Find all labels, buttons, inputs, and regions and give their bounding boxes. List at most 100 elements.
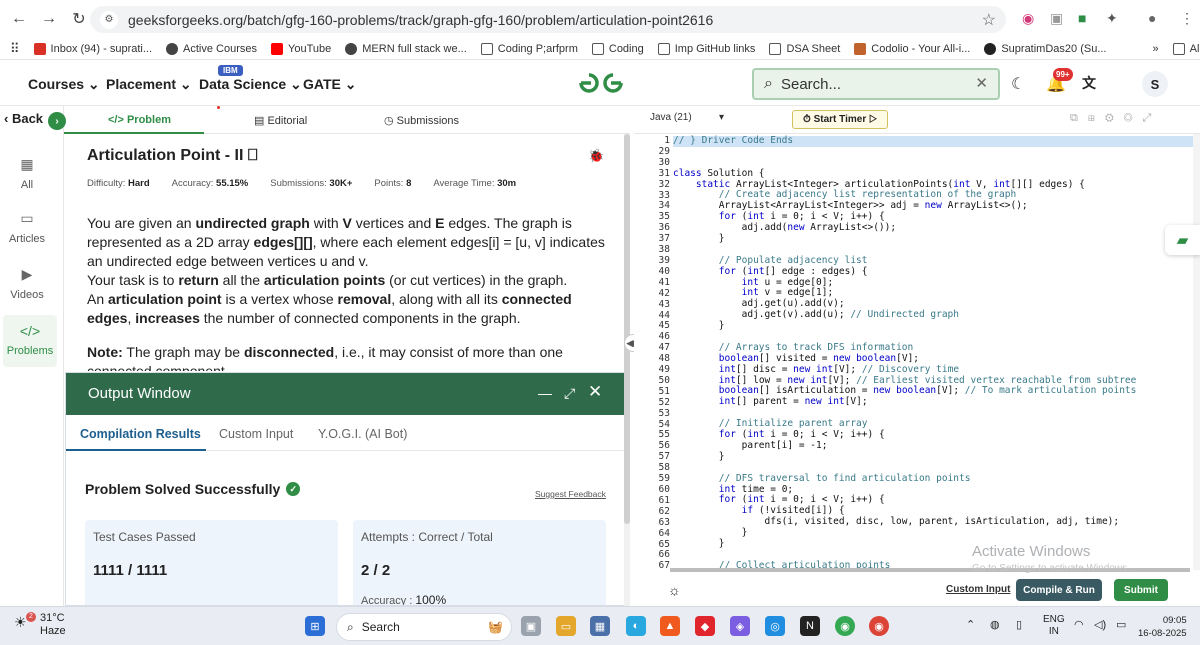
suggest-feedback-link[interactable]: Suggest Feedback: [535, 489, 606, 499]
chrome-icon[interactable]: ◉: [869, 616, 889, 636]
nav-data-science[interactable]: Data Science ⌄: [199, 76, 302, 93]
expand-icon[interactable]: ⤢: [564, 385, 575, 402]
rail-item-all[interactable]: ▦ All: [0, 156, 54, 191]
bookmark-item[interactable]: Inbox (94) - suprati...: [33, 42, 152, 55]
bookmark-item[interactable]: Codolio - Your All-i...: [854, 42, 970, 55]
compile-run-button[interactable]: Compile & Run: [1016, 579, 1102, 601]
volume-icon[interactable]: ◁): [1094, 618, 1106, 631]
file-explorer-icon[interactable]: ▭: [556, 616, 576, 636]
tab-compilation-results[interactable]: Compilation Results: [80, 427, 201, 441]
code-line[interactable]: [673, 147, 1200, 158]
rail-item-problems[interactable]: </> Problems: [3, 315, 57, 367]
start-timer-button[interactable]: ⏱ Start Timer ▷: [792, 110, 888, 129]
bookmark-item[interactable]: Active Courses: [166, 42, 257, 55]
rail-item-videos[interactable]: ▶ Videos: [0, 266, 54, 301]
rail-item-articles[interactable]: ▭ Articles: [0, 210, 54, 245]
gfg-extension-icon[interactable]: ■: [1078, 10, 1086, 26]
code-line[interactable]: }: [673, 233, 1200, 245]
dark-mode-icon[interactable]: ☾: [1011, 74, 1025, 94]
menu-kebab-icon[interactable]: ⋮: [1180, 10, 1194, 27]
bookmark-folder[interactable]: DSA Sheet: [769, 42, 840, 55]
windows-start-icon[interactable]: ⊞: [305, 616, 325, 636]
avatar[interactable]: S: [1142, 71, 1168, 97]
code-line[interactable]: }: [673, 538, 1200, 550]
tab-custom-input[interactable]: Custom Input: [219, 427, 293, 441]
search-input[interactable]: ⌕ Search... ✕: [752, 68, 1000, 100]
submit-button[interactable]: Submit: [1114, 579, 1168, 601]
reload-icon[interactable]: ↻: [68, 8, 90, 30]
code-line[interactable]: adj.add(new ArrayList<>());: [673, 222, 1200, 234]
address-bar[interactable]: ⚙ geeksforgeeks.org/batch/gfg-160-proble…: [90, 6, 1006, 33]
code-line[interactable]: adj.get(v).add(u); // Undirected graph: [673, 309, 1200, 321]
minimize-icon[interactable]: —: [538, 385, 552, 401]
store-icon[interactable]: ▦: [590, 616, 610, 636]
code-line[interactable]: int[] parent = new int[V];: [673, 396, 1200, 408]
bookmark-folder[interactable]: Imp GitHub links: [657, 42, 755, 55]
weather-widget[interactable]: ☀ 31°C Haze: [14, 612, 66, 638]
chat-icon[interactable]: ▰: [1165, 225, 1200, 255]
code-line[interactable]: }: [673, 527, 1200, 539]
bookmark-item[interactable]: MERN full stack we...: [345, 42, 467, 55]
chrome-icon[interactable]: ◉: [835, 616, 855, 636]
code-lines[interactable]: // } Driver Code Ends class Solution { s…: [673, 134, 1200, 570]
close-icon[interactable]: ✕: [588, 382, 602, 402]
nav-courses[interactable]: Courses ⌄: [28, 76, 100, 93]
language-indicator[interactable]: ENG IN: [1043, 614, 1065, 638]
check-icon: ✓: [286, 482, 301, 496]
extensions-puzzle-icon[interactable]: ✦: [1106, 10, 1118, 27]
lightbulb-icon[interactable]: ☼: [668, 582, 681, 598]
extension-record-icon[interactable]: ◉: [1022, 10, 1034, 27]
profile-icon[interactable]: ●: [1148, 10, 1156, 26]
app-icon[interactable]: ◆: [695, 616, 715, 636]
taskbar-search[interactable]: ⌕ Search 🧺: [336, 613, 512, 641]
task-view-icon[interactable]: ▣: [521, 616, 541, 636]
clear-icon[interactable]: ✕: [975, 74, 988, 92]
bookmark-icon[interactable]: ⎕: [248, 147, 258, 164]
bookmark-star-icon[interactable]: ☆: [982, 10, 996, 30]
site-info-icon[interactable]: ⚙: [100, 10, 118, 29]
tray-app-icon[interactable]: ◍: [990, 618, 1000, 631]
bookmark-item[interactable]: YouTube: [271, 42, 331, 55]
bookmark-item[interactable]: SupratimDas20 (Su...: [984, 42, 1106, 55]
app-icon[interactable]: ◐: [626, 616, 646, 636]
tab-yogi-ai-bot[interactable]: Y.O.G.I. (AI Bot): [318, 427, 407, 441]
forward-arrow-icon[interactable]: →: [38, 8, 60, 30]
tab-editorial[interactable]: ▤ Editorial: [254, 114, 307, 127]
all-bookmarks[interactable]: All Bookmarks: [1172, 42, 1200, 55]
extension-icon[interactable]: ▣: [1050, 10, 1063, 27]
code-line[interactable]: }: [673, 451, 1200, 463]
bookmark-folder[interactable]: Coding P;arfprm: [480, 42, 578, 55]
tab-problem[interactable]: </> Problem: [108, 114, 171, 126]
brave-icon[interactable]: ▲: [660, 616, 680, 636]
tab-submissions[interactable]: ◷ Submissions: [384, 114, 459, 127]
editor-scrollbar[interactable]: [1193, 134, 1200, 570]
nav-gate[interactable]: GATE ⌄: [303, 76, 356, 93]
clock[interactable]: 09:05 16-08-2025: [1138, 614, 1187, 640]
code-line[interactable]: class Solution {: [673, 168, 1200, 180]
code-line[interactable]: parent[i] = -1;: [673, 440, 1200, 452]
code-line[interactable]: }: [673, 320, 1200, 332]
bug-report-icon[interactable]: 🐞: [588, 148, 604, 164]
chevron-up-icon[interactable]: ⌃: [966, 618, 975, 631]
notion-icon[interactable]: N: [800, 616, 820, 636]
gfg-logo[interactable]: [577, 71, 625, 102]
custom-input-link[interactable]: Custom Input: [946, 584, 1010, 595]
battery-icon[interactable]: ▭: [1116, 618, 1126, 631]
editor-action-icons[interactable]: ⧉⊞⚙◎⤢: [1070, 112, 1161, 125]
code-line[interactable]: // } Driver Code Ends: [673, 135, 1200, 147]
bookmark-folder[interactable]: Coding: [591, 42, 644, 55]
language-select[interactable]: Java (21) ▾: [650, 112, 724, 123]
code-line[interactable]: dfs(i, visited, disc, low, parent, isArt…: [673, 516, 1200, 528]
wifi-icon[interactable]: ◠: [1074, 618, 1084, 631]
tray-app-icon[interactable]: ▯: [1016, 618, 1022, 631]
code-editor[interactable]: 1 29 30 31 32 33 34 35 36 37 38 39 40 41 42 43 44 45 46 47 4…: [634, 134, 1200, 570]
back-arrow-icon[interactable]: ←: [8, 8, 30, 30]
more-bookmarks-icon[interactable]: »: [1152, 43, 1158, 55]
code-line[interactable]: // DFS traversal to find articulation po…: [673, 473, 1200, 485]
edge-icon[interactable]: ◎: [765, 616, 785, 636]
translate-icon[interactable]: 文: [1082, 73, 1096, 93]
back-button[interactable]: ‹ Back ›: [4, 111, 66, 130]
app-icon[interactable]: ◈: [730, 616, 750, 636]
nav-placement[interactable]: Placement ⌄: [106, 76, 192, 93]
apps-grid-icon[interactable]: ⠿: [10, 41, 20, 57]
